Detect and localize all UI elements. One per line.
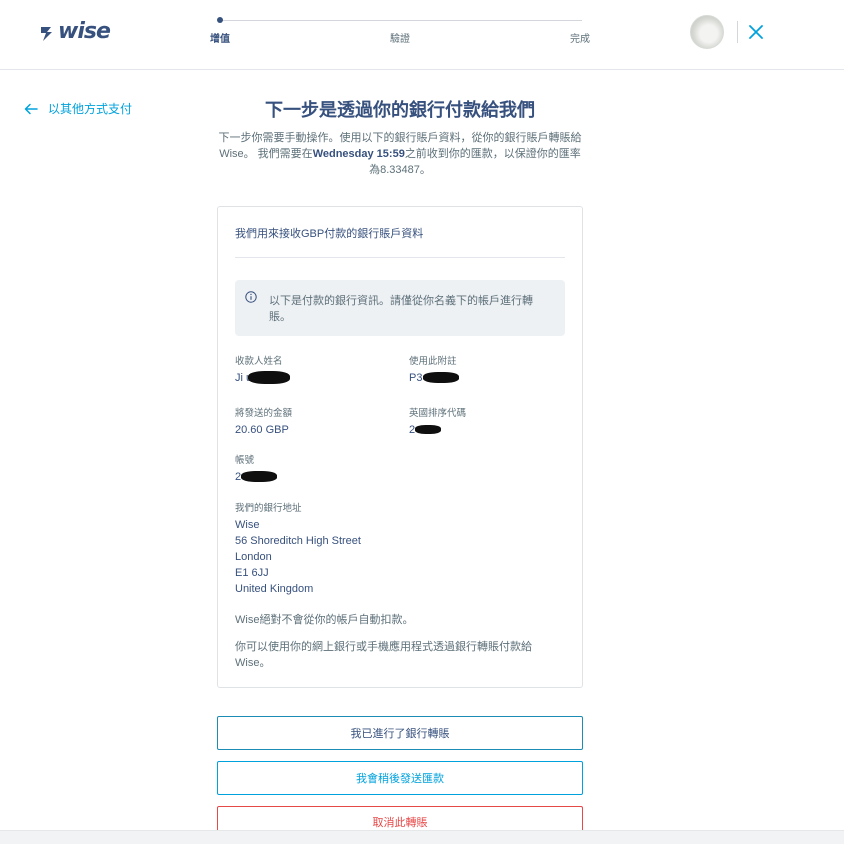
bank-address-label: 我們的銀行地址 bbox=[235, 503, 302, 514]
address-line: London bbox=[235, 551, 272, 563]
reference-value: P3 0 bbox=[409, 370, 459, 386]
recipient-name-value: Ji u bbox=[235, 370, 290, 386]
address-line: United Kingdom bbox=[235, 583, 314, 595]
address-line: Wise bbox=[235, 519, 260, 531]
close-icon bbox=[749, 25, 763, 39]
redaction-mark bbox=[415, 425, 441, 434]
redaction-mark bbox=[248, 371, 290, 384]
amount-label: 將發送的金額 bbox=[235, 408, 293, 419]
sort-code-field: 英國排序代碼 2 0 bbox=[409, 407, 466, 438]
address-line: E1 6JJ bbox=[235, 567, 269, 579]
user-avatar[interactable] bbox=[690, 15, 724, 49]
reference-label: 使用此附註 bbox=[409, 356, 457, 367]
sort-code-value: 2 0 bbox=[409, 422, 441, 438]
page-title: 下一步是透過你的銀行付款給我們 bbox=[265, 100, 535, 120]
transfer-method-note: 你可以使用你的網上銀行或手機應用程式透過銀行轉賬付款給Wise。 bbox=[235, 641, 532, 669]
card-title: 我們用來接收GBP付款的銀行賬戶資料 bbox=[235, 228, 424, 240]
close-button[interactable] bbox=[745, 21, 767, 43]
recipient-name-label: 收款人姓名 bbox=[235, 356, 283, 367]
bank-address-field: 我們的銀行地址 Wise 56 Shoreditch High Street L… bbox=[235, 502, 361, 597]
intro-deadline: Wednesday 15:59 bbox=[312, 148, 405, 160]
info-alert: 以下是付款的銀行資訊。請僅從你名義下的帳戶進行轉賬。 bbox=[235, 280, 565, 336]
stepper-track bbox=[218, 20, 582, 21]
redaction-mark bbox=[241, 471, 277, 482]
transfer-done-button[interactable]: 我已進行了銀行轉賬 bbox=[217, 716, 583, 750]
reference-field: 使用此附註 P3 0 bbox=[409, 355, 459, 386]
wise-flag-icon bbox=[41, 26, 52, 41]
wise-logo[interactable]: wise bbox=[40, 19, 111, 44]
step-complete: 完成 bbox=[570, 34, 590, 45]
header-divider bbox=[737, 21, 738, 43]
amount-value: 20.60 GBP bbox=[235, 424, 289, 436]
bottom-scroll-bar bbox=[0, 830, 844, 844]
recipient-name-field: 收款人姓名 Ji u bbox=[235, 355, 290, 386]
stepper-current-dot bbox=[217, 17, 223, 23]
no-auto-debit-note: Wise絕對不會從你的帳戶自動扣款。 bbox=[235, 614, 414, 626]
sort-code-label: 英國排序代碼 bbox=[409, 408, 467, 419]
redaction-mark bbox=[423, 372, 459, 383]
logo-wordmark: wise bbox=[58, 19, 111, 44]
info-alert-text: 以下是付款的銀行資訊。請僅從你名義下的帳戶進行轉賬。 bbox=[269, 295, 533, 323]
intro-text: 下一步你需要手動操作。使用以下的銀行賬戶資料，從你的銀行賬戶轉賬給Wise。 我… bbox=[216, 130, 584, 178]
step-topup: 增值 bbox=[210, 34, 230, 45]
step-verify: 驗證 bbox=[390, 34, 410, 45]
send-later-button[interactable]: 我會稍後發送匯款 bbox=[217, 761, 583, 795]
pay-another-way-link[interactable]: 以其他方式支付 bbox=[24, 100, 132, 117]
bank-details-card: 我們用來接收GBP付款的銀行賬戶資料 以下是付款的銀行資訊。請僅從你名義下的帳戶… bbox=[217, 206, 583, 688]
address-line: 56 Shoreditch High Street bbox=[235, 535, 361, 547]
amount-field: 將發送的金額 20.60 GBP bbox=[235, 407, 292, 438]
account-number-value: 2 1 bbox=[235, 469, 277, 485]
card-divider bbox=[235, 257, 565, 258]
pay-another-way-label: 以其他方式支付 bbox=[48, 102, 133, 116]
account-number-label: 帳號 bbox=[235, 455, 255, 466]
info-icon bbox=[245, 291, 257, 303]
arrow-left-icon bbox=[24, 103, 38, 114]
bank-address-value: Wise 56 Shoreditch High Street London E1… bbox=[235, 517, 361, 597]
account-number-field: 帳號 2 1 bbox=[235, 454, 277, 485]
top-header: wise 增值 驗證 完成 bbox=[0, 0, 844, 70]
progress-stepper: 增值 驗證 完成 bbox=[210, 14, 590, 54]
